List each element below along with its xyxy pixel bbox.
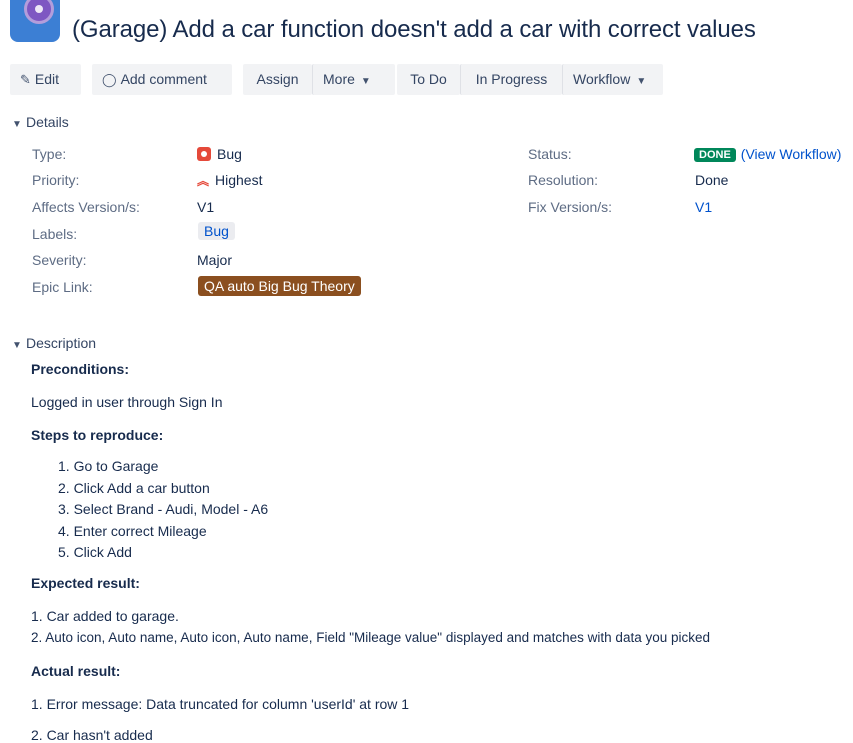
epic-link-label: Epic Link: [32,279,93,295]
list-item: 3. Select Brand - Audi, Model - A6 [58,501,269,517]
severity-label: Severity: [32,252,87,268]
expected-item: 1. Car added to garage. [31,608,179,624]
issue-toolbar: ✎ Edit ◯ Add comment Assign More ▼ To Do In… [10,64,850,96]
priority-value: ︽ Highest [197,172,263,188]
assign-button[interactable]: Assign [243,64,312,95]
in-progress-button[interactable]: In Progress [460,64,562,95]
affects-version-label: Affects Version/s: [32,199,140,215]
chevron-down-icon: ▼ [12,119,22,130]
list-item: 4. Enter correct Mileage [58,522,207,539]
chevron-down-icon: ▼ [360,76,371,87]
actual-item: 2. Car hasn't added [31,727,153,743]
details-toggle[interactable]: ▼ Details [12,114,69,130]
list-item: 2. Click Add a car button [58,479,210,496]
priority-label: Priority: [32,172,80,188]
more-button[interactable]: More ▼ [312,64,395,95]
epic-link-chip[interactable]: QA auto Big Bug Theory [198,276,361,296]
fix-version-label: Fix Version/s: [528,199,613,215]
preconditions-text: Logged in user through Sign In [31,394,223,410]
chevron-down-icon: ▼ [636,76,647,87]
actual-item: 1. Error message: Data truncated for col… [31,696,410,712]
list-item: 5. Click Add [58,544,132,560]
issue-title: (Garage) Add a car function doesn't add … [72,16,756,43]
workflow-button[interactable]: Workflow ▼ [562,64,663,95]
status-value: DONE (View Workflow) [694,146,841,162]
comment-icon: ◯ [102,72,117,87]
expected-heading: Expected result: [31,575,140,591]
steps-heading: Steps to reproduce: [31,427,164,443]
status-badge: DONE [694,148,736,162]
view-workflow-link[interactable]: (View Workflow) [741,146,842,162]
list-item: 1. Go to Garage [58,458,159,474]
priority-highest-icon: ︽ [197,174,210,188]
todo-button[interactable]: To Do [397,64,460,95]
labels-label: Labels: [32,226,78,242]
status-label: Status: [528,146,572,162]
preconditions-heading: Preconditions: [31,361,130,377]
description-toggle[interactable]: ▼ Description [12,335,96,351]
type-label: Type: [32,146,67,162]
project-avatar-icon[interactable] [10,0,60,42]
issue-header: (Garage) Add a car function doesn't add … [10,0,850,56]
affects-version-value: V1 [197,199,215,215]
resolution-value: Done [695,172,729,188]
edit-button[interactable]: ✎ Edit [10,64,81,95]
severity-value: Major [197,252,233,268]
bug-icon [197,147,211,161]
expected-item: 2. Auto icon, Auto name, Auto icon, Auto… [31,630,711,645]
steps-list: 1. Go to Garage 2. Click Add a car butto… [58,456,268,564]
label-chip-bug[interactable]: Bug [198,222,235,240]
resolution-label: Resolution: [528,172,599,188]
add-comment-button[interactable]: ◯ Add comment [92,64,232,95]
fix-version-link[interactable]: V1 [695,199,712,215]
type-value: Bug [197,146,242,162]
pencil-icon: ✎ [20,72,31,87]
actual-heading: Actual result: [31,663,121,679]
chevron-down-icon: ▼ [12,340,22,351]
